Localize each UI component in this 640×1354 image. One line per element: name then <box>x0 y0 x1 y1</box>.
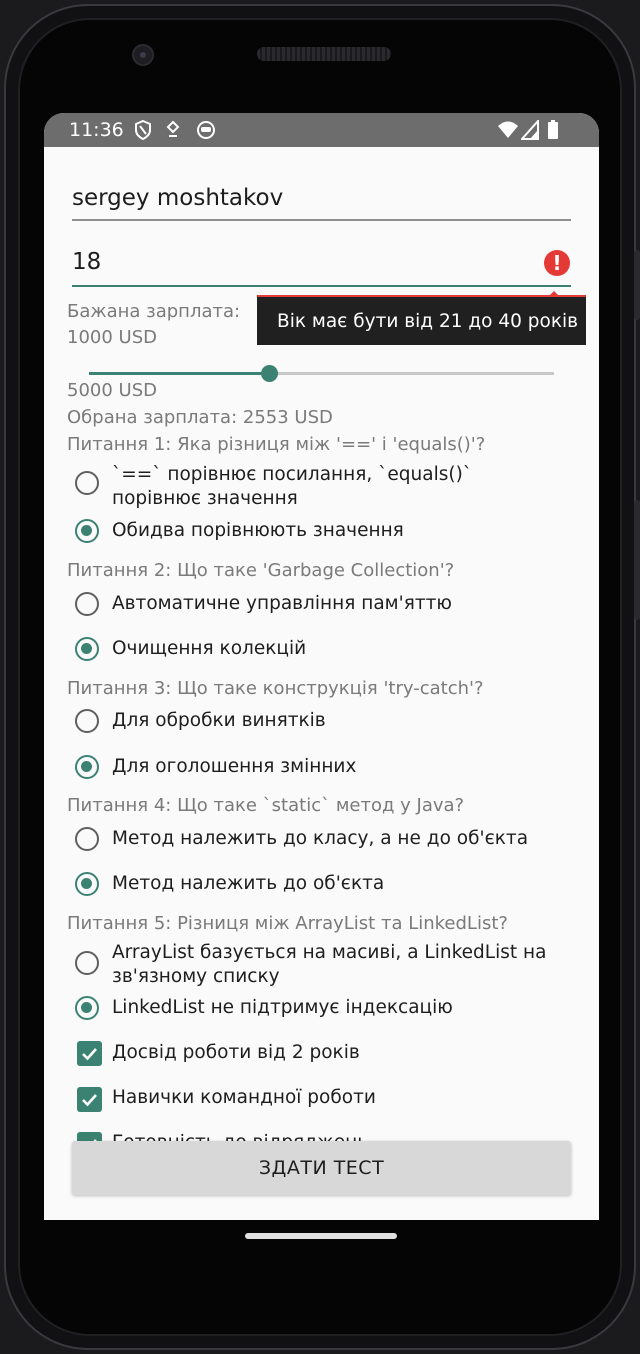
checkbox-experience-label[interactable]: Досвід роботи від 2 років <box>112 1042 360 1063</box>
question-5-option-1[interactable]: ArrayList базується на масиві, а LinkedL… <box>75 939 575 991</box>
question-2-option-2[interactable]: Очищення колекцій <box>75 635 575 667</box>
question-5-text: Питання 5: Різниця між ArrayList та Link… <box>67 913 508 934</box>
radio-button-selected[interactable] <box>75 637 99 661</box>
radio-button[interactable] <box>75 592 99 616</box>
android-face-icon <box>196 120 216 144</box>
age-field[interactable]: 18 <box>72 249 571 289</box>
home-gesture-bar[interactable] <box>245 1233 397 1239</box>
checkbox-teamwork[interactable] <box>77 1087 102 1112</box>
question-3-text: Питання 3: Що таке конструкція 'try-catc… <box>67 678 484 699</box>
radio-button[interactable] <box>75 827 99 851</box>
slider-track-fill <box>89 372 270 375</box>
option-label: Очищення колекцій <box>112 638 307 659</box>
submit-button[interactable]: ЗДАТИ ТЕСТ <box>72 1141 571 1195</box>
question-2-text: Питання 2: Що таке 'Garbage Collection'? <box>67 560 455 581</box>
name-value: sergey moshtakov <box>72 185 284 211</box>
error-tooltip: Вік має бути від 21 до 40 років <box>257 295 586 345</box>
volume-button <box>634 250 640 320</box>
option-label: ArrayList базується на масиві, а LinkedL… <box>112 942 547 987</box>
option-label: `==` порівнює посилання, `equals()` порі… <box>112 464 473 509</box>
radio-button-selected[interactable] <box>75 519 99 543</box>
question-3-option-2[interactable]: Для оголошення змінних <box>75 753 575 785</box>
checkmark-icon <box>82 1048 97 1061</box>
earpiece-speaker <box>257 47 391 61</box>
radio-button-selected[interactable] <box>75 996 99 1020</box>
power-button <box>634 500 640 620</box>
slider-thumb[interactable] <box>261 365 279 382</box>
option-label: Для обробки винятків <box>112 710 326 731</box>
vpn-shield-icon <box>134 119 152 144</box>
radio-button[interactable] <box>75 471 99 495</box>
question-4-option-2[interactable]: Метод належить до об'єкта <box>75 870 575 902</box>
question-1-text: Питання 1: Яка різниця між '==' і 'equal… <box>67 434 486 455</box>
salary-label: Бажана зарплата: <box>67 301 241 322</box>
error-tooltip-text: Вік має бути від 21 до 40 років <box>277 311 579 332</box>
status-bar: 11:36 <box>44 113 599 147</box>
age-field-underline <box>72 285 571 287</box>
salary-max-label: 5000 USD <box>67 380 157 401</box>
salary-min-label: 1000 USD <box>67 327 157 348</box>
error-icon[interactable]: ! <box>544 250 570 276</box>
name-field[interactable]: sergey moshtakov <box>72 185 571 223</box>
radio-button[interactable] <box>75 709 99 733</box>
status-time: 11:36 <box>69 119 124 141</box>
wifi-icon <box>497 120 519 144</box>
radio-button-selected[interactable] <box>75 755 99 779</box>
option-label: Обидва порівнюють значення <box>112 520 404 541</box>
option-label: Автоматичне управління пам'яттю <box>112 593 452 614</box>
data-saver-icon <box>165 120 181 144</box>
question-4-option-1[interactable]: Метод належить до класу, а не до об'єкта <box>75 825 575 857</box>
checkmark-icon <box>82 1094 97 1107</box>
front-camera <box>132 44 154 66</box>
question-1-option-1[interactable]: `==` порівнює посилання, `equals()` порі… <box>75 461 575 513</box>
battery-icon <box>547 120 559 144</box>
option-label: Метод належить до класу, а не до об'єкта <box>112 828 529 849</box>
checkbox-teamwork-label[interactable]: Навички командної роботи <box>112 1087 376 1108</box>
name-field-underline <box>72 219 571 221</box>
age-value: 18 <box>72 249 102 275</box>
option-label: Метод належить до об'єкта <box>112 873 385 894</box>
question-2-option-1[interactable]: Автоматичне управління пам'яттю <box>75 590 575 622</box>
question-4-text: Питання 4: Що таке `static` метод у Java… <box>67 795 465 816</box>
option-label: LinkedList не підтримує індексацію <box>112 997 453 1018</box>
question-5-option-2[interactable]: LinkedList не підтримує індексацію <box>75 994 575 1026</box>
option-label: Для оголошення змінних <box>112 756 357 777</box>
radio-button[interactable] <box>75 951 99 975</box>
question-3-option-1[interactable]: Для обробки винятків <box>75 707 575 739</box>
app-screen: 11:36 sergey moshtakov 18 ! Вік має бути… <box>44 113 599 1220</box>
question-1-option-2[interactable]: Обидва порівнюють значення <box>75 517 575 549</box>
checkbox-experience[interactable] <box>77 1041 102 1066</box>
salary-slider[interactable] <box>89 363 554 383</box>
cell-signal-icon <box>519 118 539 144</box>
phone-frame: 11:36 sergey moshtakov 18 ! Вік має бути… <box>0 0 640 1354</box>
radio-button-selected[interactable] <box>75 872 99 896</box>
salary-selected-label: Обрана зарплата: 2553 USD <box>67 407 333 428</box>
